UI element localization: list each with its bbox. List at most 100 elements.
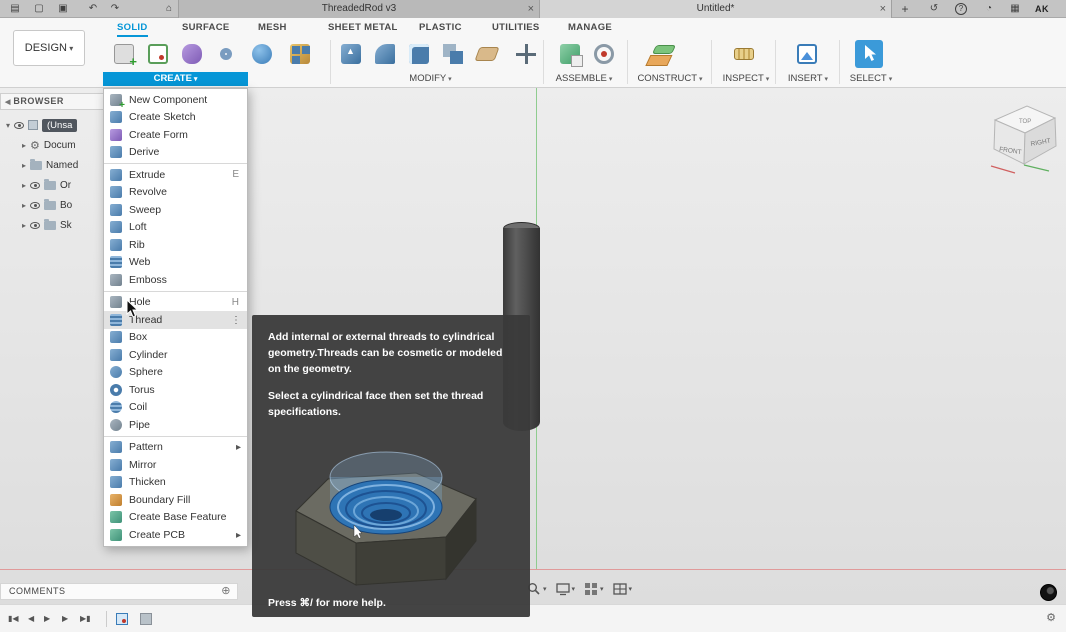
- viewport-canvas[interactable]: TOP FRONT RIGHT BROWSER (Unsa Docum Name…: [0, 88, 1066, 632]
- menu-item-rib[interactable]: Rib: [104, 236, 247, 254]
- timeline-sketch-feature-icon[interactable]: [116, 613, 128, 625]
- create-menu-button[interactable]: CREATE: [103, 72, 248, 86]
- job-status-icon[interactable]: [925, 1, 943, 17]
- undo-icon[interactable]: [84, 1, 102, 17]
- insert-menu-button[interactable]: INSERT: [780, 72, 836, 86]
- app-menu-icon[interactable]: [6, 1, 24, 17]
- create-sketch-icon[interactable]: [144, 40, 172, 68]
- browser-item-named-views[interactable]: Named: [22, 158, 78, 172]
- menu-item-create-pcb[interactable]: Create PCB: [104, 526, 247, 544]
- menu-item-sweep[interactable]: Sweep: [104, 201, 247, 219]
- menu-item-create-base-feature[interactable]: Create Base Feature: [104, 509, 247, 527]
- timeline-step-back-button[interactable]: [28, 614, 34, 623]
- menu-item-cylinder[interactable]: Cylinder: [104, 346, 247, 364]
- offset-face-icon[interactable]: [473, 40, 501, 68]
- new-tab-button[interactable]: [896, 1, 914, 17]
- menu-item-coil[interactable]: Coil: [104, 399, 247, 417]
- avatar[interactable]: AK: [1034, 2, 1050, 16]
- timeline-skip-end-button[interactable]: [80, 614, 91, 623]
- notifications-icon[interactable]: [980, 1, 998, 17]
- close-tab-icon[interactable]: [528, 0, 534, 19]
- menu-item-pattern[interactable]: Pattern: [104, 439, 247, 457]
- menu-item-loft[interactable]: Loft: [104, 219, 247, 237]
- expand-comments-icon[interactable]: [221, 584, 231, 599]
- joint-icon[interactable]: [590, 40, 618, 68]
- redo-icon[interactable]: [106, 1, 124, 17]
- visibility-icon[interactable]: [30, 222, 40, 229]
- browser-root-item[interactable]: (Unsa: [6, 118, 77, 132]
- insert-canvas-icon[interactable]: [793, 40, 821, 68]
- extensions-icon[interactable]: [1006, 1, 1024, 17]
- menu-item-extrude[interactable]: ExtrudeE: [104, 166, 247, 184]
- measure-icon[interactable]: [730, 40, 758, 68]
- construct-menu-button[interactable]: CONSTRUCT: [630, 72, 710, 86]
- tab-plastic[interactable]: PLASTIC: [419, 22, 462, 35]
- menu-item-web[interactable]: Web: [104, 254, 247, 272]
- create-form-icon[interactable]: [178, 40, 206, 68]
- press-pull-icon[interactable]: [337, 40, 365, 68]
- help-icon[interactable]: [955, 3, 967, 15]
- menu-item-mirror[interactable]: Mirror: [104, 456, 247, 474]
- close-tab-icon[interactable]: [880, 0, 886, 19]
- select-menu-button[interactable]: SELECT: [842, 72, 900, 86]
- pattern-icon[interactable]: [286, 40, 314, 68]
- menu-item-emboss[interactable]: Emboss: [104, 271, 247, 289]
- assistant-icon[interactable]: [1040, 584, 1057, 601]
- menu-item-sphere[interactable]: Sphere: [104, 364, 247, 382]
- disclosure-icon[interactable]: [22, 200, 26, 211]
- save-icon[interactable]: [54, 1, 72, 17]
- fillet-icon[interactable]: [371, 40, 399, 68]
- browser-item-bodies[interactable]: Bo: [22, 198, 72, 212]
- modify-menu-button[interactable]: MODIFY: [378, 72, 483, 86]
- menu-item-box[interactable]: Box: [104, 329, 247, 347]
- timeline-step-forward-button[interactable]: [62, 614, 68, 623]
- more-options-icon[interactable]: [231, 314, 241, 326]
- tab-manage[interactable]: MANAGE: [568, 22, 612, 35]
- disclosure-icon[interactable]: [6, 120, 10, 131]
- tab-utilities[interactable]: UTILITIES: [492, 22, 540, 35]
- comments-bar[interactable]: COMMENTS: [0, 583, 238, 600]
- menu-item-create-form[interactable]: Create Form: [104, 126, 247, 144]
- menu-item-revolve[interactable]: Revolve: [104, 184, 247, 202]
- disclosure-icon[interactable]: [22, 160, 26, 171]
- tab-mesh[interactable]: MESH: [258, 22, 287, 35]
- new-component-icon[interactable]: [110, 40, 138, 68]
- menu-item-pipe[interactable]: Pipe: [104, 416, 247, 434]
- construct-plane-icon[interactable]: [650, 40, 678, 68]
- browser-header[interactable]: BROWSER: [0, 93, 118, 110]
- inspect-menu-button[interactable]: INSPECT: [716, 72, 776, 86]
- menu-item-thicken[interactable]: Thicken: [104, 474, 247, 492]
- menu-item-create-sketch[interactable]: Create Sketch: [104, 109, 247, 127]
- settings-gear-icon[interactable]: [1046, 611, 1056, 624]
- tab-solid[interactable]: SOLID: [117, 22, 148, 37]
- disclosure-icon[interactable]: [22, 140, 26, 151]
- doc-tab-threadedrod[interactable]: ThreadedRod v3: [178, 0, 540, 18]
- assemble-menu-button[interactable]: ASSEMBLE: [546, 72, 622, 86]
- move-copy-icon[interactable]: [512, 40, 540, 68]
- timeline-skip-start-button[interactable]: [8, 614, 19, 623]
- timeline-feature-icon[interactable]: [140, 613, 152, 625]
- visibility-icon[interactable]: [30, 202, 40, 209]
- combine-icon[interactable]: [439, 40, 467, 68]
- select-tool-icon[interactable]: [855, 40, 883, 68]
- tab-sheet-metal[interactable]: SHEET METAL: [328, 22, 398, 35]
- disclosure-icon[interactable]: [22, 180, 26, 191]
- browser-item-document-settings[interactable]: Docum: [22, 138, 76, 152]
- new-document-icon[interactable]: [30, 1, 48, 17]
- assemble-component-icon[interactable]: [556, 40, 584, 68]
- browser-item-sketches[interactable]: Sk: [22, 218, 72, 232]
- timeline-play-button[interactable]: [44, 614, 50, 623]
- viewports-button[interactable]: [613, 582, 633, 596]
- menu-item-boundary-fill[interactable]: Boundary Fill: [104, 491, 247, 509]
- sphere-icon[interactable]: [248, 40, 276, 68]
- browser-item-origin[interactable]: Or: [22, 178, 71, 192]
- revolve-icon[interactable]: [212, 40, 240, 68]
- home-icon[interactable]: [160, 1, 178, 17]
- visibility-icon[interactable]: [14, 122, 24, 129]
- view-cube[interactable]: TOP FRONT RIGHT: [983, 96, 1066, 176]
- shell-icon[interactable]: [405, 40, 433, 68]
- menu-item-derive[interactable]: Derive: [104, 144, 247, 162]
- menu-item-torus[interactable]: Torus: [104, 381, 247, 399]
- visibility-icon[interactable]: [30, 182, 40, 189]
- workspace-selector[interactable]: DESIGN: [13, 30, 85, 66]
